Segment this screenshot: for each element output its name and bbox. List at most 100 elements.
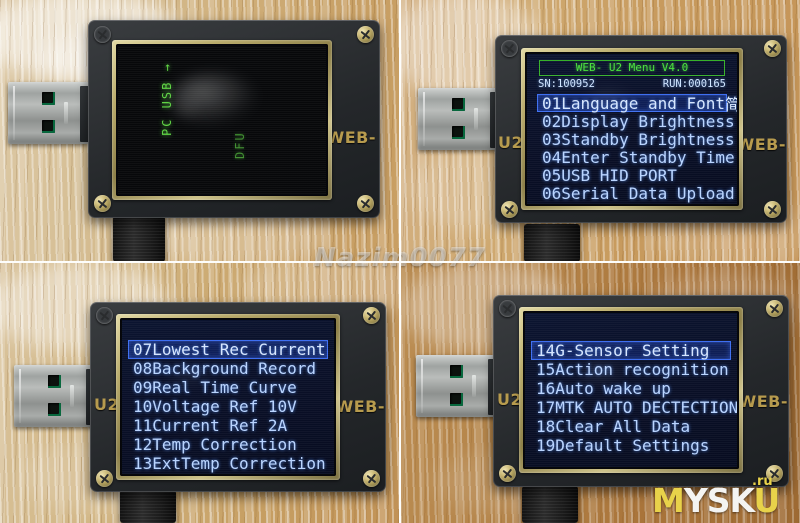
menu-item-label: USB HID PORT — [561, 165, 677, 185]
screw-top-right — [357, 26, 374, 43]
device-side-label: U2 — [498, 133, 524, 152]
menu-list-page3[interactable]: 14 G-Sensor Setting 15 Action recognitio… — [525, 341, 737, 455]
menu-list-page2[interactable]: 07 Lowest Rec Current 08 Background Reco… — [122, 340, 334, 473]
usb-connector — [8, 82, 88, 144]
menu-item-11[interactable]: 11 Current Ref 2A — [128, 416, 328, 435]
menu-item-17[interactable]: 17 MTK AUTO DECTECTION — [531, 398, 737, 417]
menu-title: WEB- U2 Menu V4.0 — [539, 60, 725, 76]
menu-item-number: 11 — [133, 416, 153, 435]
device-brand-label: WEB- — [326, 128, 376, 147]
menu-item-number: 02 — [542, 111, 562, 131]
menu-item-03[interactable]: 03 Standby Brightness — [537, 129, 735, 149]
menu-item-08[interactable]: 08 Background Record — [128, 359, 328, 378]
run-counter: RUN:000165 — [662, 78, 726, 90]
device-brand-label: WEB- — [335, 397, 385, 416]
screw-bottom-left — [499, 465, 516, 482]
screw-bottom-left — [501, 201, 518, 218]
menu-item-13[interactable]: 13 ExtTemp Correction — [128, 454, 328, 473]
screw-top-right — [764, 40, 781, 57]
lcd-screen-menu3: 14 G-Sensor Setting 15 Action recognitio… — [525, 313, 737, 467]
screw-bottom-left — [94, 195, 111, 212]
device-cable — [120, 490, 176, 523]
menu-item-number: 08 — [133, 359, 153, 378]
menu-item-number: 19 — [536, 436, 556, 455]
menu-item-19[interactable]: 19 Default Settings — [531, 436, 731, 455]
collage-image: U2 WEB- PC USB → DFU — [0, 0, 800, 523]
menu-item-number: 15 — [536, 360, 556, 379]
menu-item-number: 04 — [542, 147, 562, 167]
screw-top-left — [94, 26, 111, 43]
menu-item-number: 10 — [133, 397, 153, 416]
menu-item-10[interactable]: 10 Voltage Ref 10V — [128, 397, 328, 416]
menu-item-04[interactable]: 04 Enter Standby Time — [537, 147, 735, 167]
menu-item-number: 13 — [133, 454, 153, 473]
menu-item-14[interactable]: 14 G-Sensor Setting — [531, 341, 731, 360]
usb-tester-device: U2 WEB- PC USB → DFU — [88, 20, 380, 218]
menu-item-label: Voltage Ref 10V — [152, 397, 297, 416]
screw-top-right — [363, 307, 380, 324]
panel-menu-page2: U2 WEB- 07 Lowest Rec Current 08 Backgro… — [0, 262, 400, 523]
menu-item-number: 14 — [536, 341, 556, 360]
menu-item-07[interactable]: 07 Lowest Rec Current — [128, 340, 328, 359]
menu-item-12[interactable]: 12 Temp Correction — [128, 435, 328, 454]
watermark-mysku-tld: .ru — [752, 474, 773, 489]
usb-connector — [14, 365, 94, 427]
menu-item-label: Lowest Rec Current — [152, 340, 326, 359]
usb-connector — [418, 88, 498, 150]
menu-item-label: Temp Correction — [152, 435, 297, 454]
menu-item-label: ExtTemp Correction — [152, 454, 326, 473]
watermark-mysku-ysk: YSK — [683, 481, 755, 520]
screw-top-left — [501, 40, 518, 57]
menu-item-label: Language and Font — [561, 93, 726, 113]
menu-item-label: Auto wake up — [555, 379, 671, 398]
panel-dfu: U2 WEB- PC USB → DFU — [0, 0, 400, 262]
lcd-screen-menu2: 07 Lowest Rec Current 08 Background Reco… — [122, 320, 334, 474]
collage-divider-horizontal — [0, 261, 800, 263]
menu-item-15[interactable]: 15 Action recognition — [531, 360, 731, 379]
menu-item-09[interactable]: 09 Real Time Curve — [128, 378, 328, 397]
menu-item-18[interactable]: 18 Clear All Data — [531, 417, 731, 436]
label-pc-usb: PC USB → — [160, 62, 174, 136]
usb-tester-device: U2 WEB- WEB- U2 Menu V4.0 SN:100952 RUN:… — [495, 35, 787, 223]
menu-item-number: 06 — [542, 183, 562, 203]
menu-item-label: Real Time Curve — [152, 378, 297, 397]
menu-item-number: 01 — [542, 93, 562, 113]
menu-item-label: Action recognition — [555, 360, 729, 379]
label-dfu: DFU — [233, 131, 247, 159]
screw-bottom-right — [363, 470, 380, 487]
device-brand-label: WEB- — [738, 392, 788, 411]
menu-item-number: 03 — [542, 129, 562, 149]
menu-item-number: 16 — [536, 379, 556, 398]
menu-item-label: Enter Standby Time — [561, 147, 735, 167]
device-brand-label: WEB- — [736, 135, 786, 154]
menu-item-label: Standby Brightness — [561, 129, 735, 149]
menu-item-label: Default Settings — [555, 436, 710, 455]
menu-item-label: Clear All Data — [555, 417, 691, 436]
menu-item-label: Current Ref 2A — [152, 416, 288, 435]
menu-item-label: Display Brightness — [561, 111, 735, 131]
serial-number: SN:100952 — [538, 78, 595, 90]
menu-item-01[interactable]: 01 Language and Font 简繁 — [537, 93, 737, 114]
usb-connector — [416, 355, 496, 417]
menu-item-number: 12 — [133, 435, 153, 454]
menu-item-02[interactable]: 02 Display Brightness — [537, 111, 735, 131]
screen-bezel: 07 Lowest Rec Current 08 Background Reco… — [116, 314, 340, 480]
device-cable — [522, 486, 578, 523]
menu-item-label: MTK AUTO DECTECTION — [555, 398, 737, 417]
usb-tester-device: U2 WEB- 07 Lowest Rec Current 08 Backgro… — [90, 302, 386, 492]
screen-bezel: WEB- U2 Menu V4.0 SN:100952 RUN:000165 0… — [521, 48, 743, 210]
menu-item-number: 18 — [536, 417, 556, 436]
menu-item-label: Serial Data Upload — [561, 183, 735, 203]
menu-list-page1[interactable]: 01 Language and Font 简繁 02 Display Brigh… — [527, 93, 737, 203]
screw-top-right — [766, 300, 783, 317]
menu-item-number: 07 — [133, 340, 153, 359]
screw-bottom-left — [96, 470, 113, 487]
menu-item-16[interactable]: 16 Auto wake up — [531, 379, 731, 398]
screen-bezel: PC USB → DFU — [112, 40, 332, 200]
screw-bottom-right — [357, 195, 374, 212]
menu-item-06[interactable]: 06 Serial Data Upload — [537, 183, 735, 203]
menu-item-05[interactable]: 05 USB HID PORT — [537, 165, 727, 185]
menu-item-label: Background Record — [152, 359, 317, 378]
watermark-mysku-m: M — [652, 481, 685, 520]
usb-tester-device: U2 WEB- 14 G-Sensor Setting 15 Action re… — [493, 295, 789, 487]
